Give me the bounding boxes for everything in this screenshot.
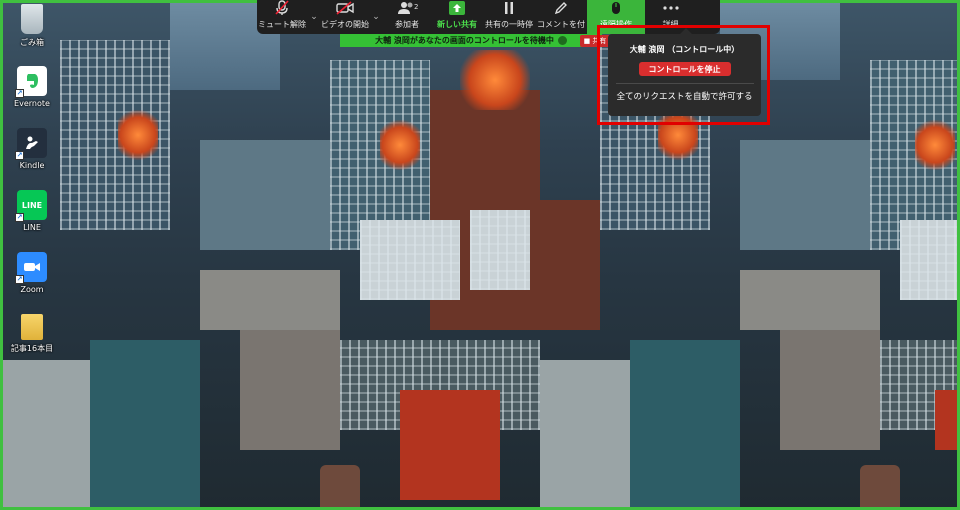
- pause-share-label: 共有の一時停: [485, 20, 533, 29]
- unmute-button[interactable]: ミュート解除: [257, 0, 307, 34]
- desktop-icon-recycle-bin[interactable]: ごみ箱: [8, 4, 56, 64]
- desktop-icon-label: 記事16本目: [10, 344, 54, 353]
- desktop-icon-label: Kindle: [19, 161, 45, 170]
- status-indicator-icon: [557, 36, 567, 45]
- share-screen-icon: [449, 0, 465, 16]
- zoom-icon: ↗: [15, 252, 47, 284]
- new-share-button[interactable]: 新しい共有: [431, 0, 483, 34]
- desktop-icon-kindle[interactable]: ↗ Kindle: [8, 128, 56, 188]
- participants-label: 参加者: [395, 20, 419, 29]
- desktop-icon-zoom[interactable]: ↗ Zoom: [8, 252, 56, 312]
- start-video-label: ビデオの開始: [321, 20, 369, 29]
- start-video-button[interactable]: ビデオの開始: [321, 0, 369, 34]
- desktop-icon-label: ごみ箱: [20, 38, 44, 47]
- desktop-icon-evernote[interactable]: ↗ Evernote: [8, 66, 56, 126]
- desktop-icon-label: LINE: [23, 223, 41, 232]
- desktop-icon-label: Zoom: [20, 285, 44, 294]
- new-share-label: 新しい共有: [437, 20, 477, 29]
- annotation-highlight-box: [597, 25, 770, 125]
- pause-icon: [503, 0, 515, 16]
- participants-button[interactable]: 2 参加者: [383, 0, 431, 34]
- remote-control-status-banner: 大輔 浪岡があなたの画面のコントロールを待機中: [340, 34, 602, 47]
- desktop-icon-label: Evernote: [14, 99, 50, 108]
- unmute-label: ミュート解除: [258, 20, 306, 29]
- participant-count: 2: [414, 3, 419, 11]
- video-off-icon: [336, 0, 354, 16]
- line-glyph: LINE: [21, 200, 43, 210]
- status-banner-text: 大輔 浪岡があなたの画面のコントロールを待機中: [375, 36, 554, 45]
- kindle-icon: ↗: [15, 128, 47, 160]
- mouse-icon: [611, 0, 621, 16]
- pause-share-button[interactable]: 共有の一時停: [483, 0, 535, 34]
- desktop-wallpaper: [0, 0, 960, 510]
- desktop-icon-line[interactable]: LINE ↗ LINE: [8, 190, 56, 250]
- video-options-chevron-icon[interactable]: ⌄: [369, 0, 383, 34]
- evernote-icon: ↗: [15, 66, 47, 98]
- annotate-label: コメントを付: [537, 20, 585, 29]
- desktop-icons: ごみ箱 ↗ Evernote ↗ Kindle LINE ↗ LINE ↗ Zo…: [8, 4, 56, 376]
- microphone-muted-icon: [275, 0, 289, 16]
- audio-options-chevron-icon[interactable]: ⌄: [307, 0, 321, 34]
- line-icon: LINE ↗: [15, 190, 47, 222]
- folder-icon: [21, 314, 43, 340]
- more-dots-icon: [662, 0, 679, 16]
- recycle-bin-icon: [21, 4, 43, 34]
- annotate-button[interactable]: コメントを付: [535, 0, 587, 34]
- desktop-icon-folder[interactable]: 記事16本目: [8, 314, 56, 374]
- pencil-icon: [554, 0, 568, 16]
